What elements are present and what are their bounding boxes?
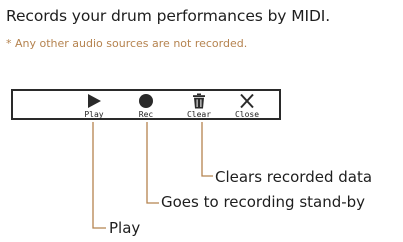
- rec-leader-line: [146, 122, 159, 204]
- play-leader-line: [92, 122, 106, 229]
- rec-callout: Goes to recording stand-by: [161, 193, 366, 211]
- clear-callout: Clears recorded data: [215, 168, 373, 186]
- play-callout: Play: [109, 219, 141, 237]
- clear-leader-line: [201, 122, 213, 177]
